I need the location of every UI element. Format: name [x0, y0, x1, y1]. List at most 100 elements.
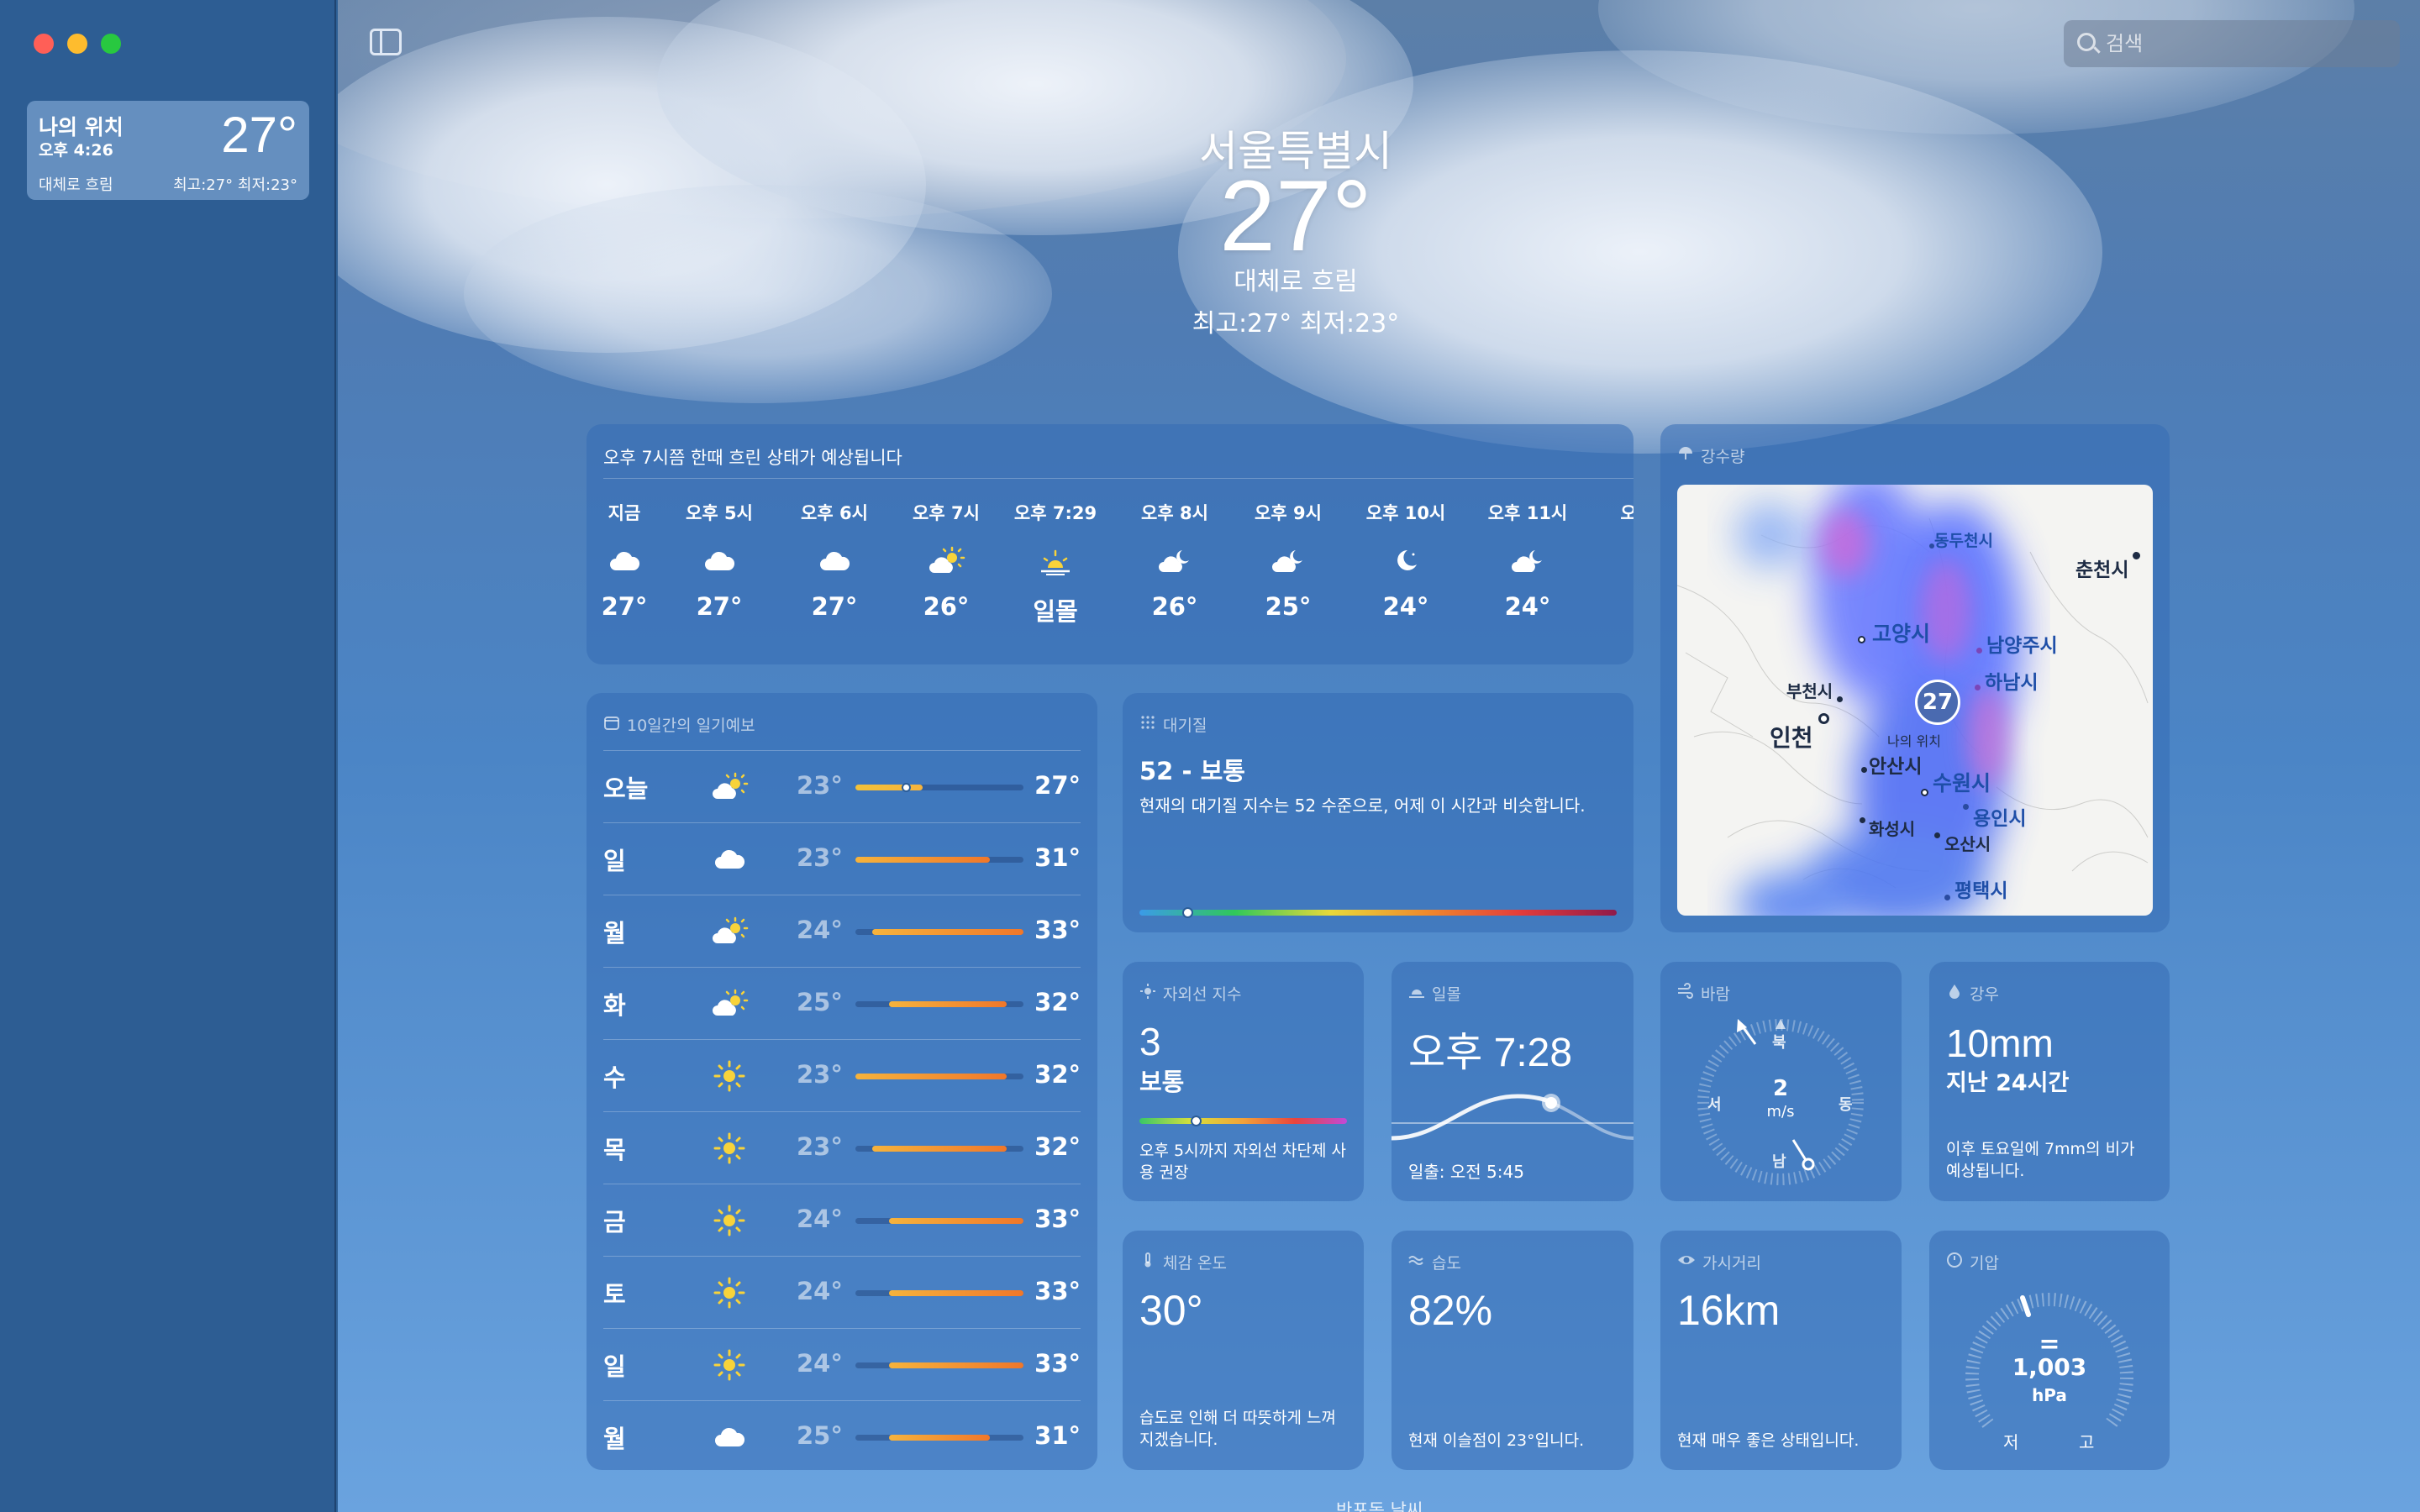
humidity-card[interactable]: 습도 82% 현재 이슬점이 23°입니다.	[1392, 1231, 1634, 1470]
hourly-value: 27°	[811, 592, 858, 621]
hourly-value: 27°	[601, 592, 648, 621]
uv-index-card[interactable]: 자외선 지수 3 보통 오후 5시까지 자외선 차단제 사용 권장	[1123, 962, 1364, 1201]
main-content: 서울특별시 27° 대체로 흐림 최고:27° 최저:23° 오후 7시쯤 한때…	[338, 0, 2420, 1512]
daily-low: 24°	[797, 916, 843, 944]
daily-row[interactable]: 오늘 23° 27°	[603, 750, 1081, 822]
daily-row[interactable]: 수 23° 32°	[603, 1039, 1081, 1111]
sunset-title-text: 일몰	[1432, 985, 1461, 1004]
air-quality-title-text: 대기질	[1163, 717, 1207, 735]
daily-row[interactable]: 일 24° 33°	[603, 1328, 1081, 1400]
close-window-button[interactable]	[34, 34, 54, 54]
hourly-time: 오후 5시	[686, 503, 753, 523]
air-quality-card[interactable]: 대기질 52 - 보통 현재의 대기질 지수는 52 수준으로, 어제 이 시간…	[1123, 693, 1634, 932]
feels-like-card[interactable]: 체감 온도 30° 습도로 인해 더 따뜻하게 느껴지겠습니다.	[1123, 1231, 1364, 1470]
visibility-title-text: 가시거리	[1702, 1254, 1761, 1273]
hourly-value: 26°	[923, 592, 970, 621]
hourly-time: 오	[1620, 503, 1634, 523]
ten-day-title-text: 10일간의 일기예보	[627, 717, 755, 735]
feels-like-value: 30°	[1139, 1287, 1203, 1334]
umbrella-icon	[1677, 445, 1694, 466]
maximize-window-button[interactable]	[101, 34, 121, 54]
temperature-range-fill	[889, 1435, 990, 1441]
daily-row[interactable]: 토 24° 33°	[603, 1256, 1081, 1328]
air-quality-value: 52 - 보통	[1139, 757, 1245, 785]
search-input[interactable]	[2106, 20, 2391, 67]
hourly-item: 지금 27°	[587, 500, 671, 621]
hourly-time: 지금	[608, 503, 641, 523]
hourly-item: 오후 5시 27°	[673, 500, 765, 621]
hourly-item: 오후 6시 27°	[788, 500, 881, 621]
ten-day-forecast-card[interactable]: 10일간의 일기예보 오늘 23° 27° 일 23° 31° 월 24° 33° 화 25° 32°…	[587, 693, 1097, 1470]
search-field[interactable]	[2064, 20, 2400, 67]
uv-title: 자외선 지수	[1139, 982, 1241, 1005]
raindrop-icon	[1946, 983, 1963, 1004]
precipitation-title: 강수량	[1677, 444, 1744, 467]
temperature-range-fill	[889, 1362, 1023, 1368]
map-label: 고양시	[1872, 622, 1931, 646]
daily-low: 25°	[797, 1421, 843, 1450]
temperature-range-fill	[855, 785, 923, 790]
map-label: 부천시	[1786, 681, 1833, 701]
map-label: 동두천시	[1934, 532, 1993, 550]
sun-path-curve	[1392, 1094, 1634, 1141]
my-location-pin[interactable]: 27	[1915, 680, 1960, 725]
partly-cloudy-night-icon	[1242, 540, 1334, 582]
my-location-label: 나의 위치	[1887, 733, 1941, 749]
sunset-card[interactable]: 일몰 오후 7:28 일출: 오전 5:45	[1392, 962, 1634, 1201]
daily-high: 32°	[1034, 988, 1081, 1016]
hourly-forecast-card[interactable]: 오후 7시쯤 한때 흐린 상태가 예상됩니다 지금 27° 오후 5시 27° 오후 6…	[587, 424, 1634, 664]
map-point	[1858, 636, 1865, 643]
daily-row[interactable]: 목 23° 32°	[603, 1111, 1081, 1184]
daily-low: 24°	[797, 1349, 843, 1378]
visibility-value: 16km	[1677, 1287, 1781, 1334]
precipitation-map-card[interactable]: 강수량 동두천시 춘천시 고양시 남양주시 하남시 부천시 인천 27 나의 위…	[1660, 424, 2170, 932]
wind-unit: m/s	[1766, 1103, 1795, 1121]
hourly-value: 25°	[1265, 592, 1312, 621]
hourly-value: 26°	[1151, 592, 1198, 621]
rainfall-value: 10mm	[1946, 1021, 2054, 1065]
current-condition: 대체로 흐림	[1234, 267, 1358, 297]
hourly-item: 오후 7시 26°	[900, 500, 992, 621]
daily-low: 23°	[797, 771, 843, 800]
cloud-icon	[704, 1416, 755, 1458]
daily-low: 23°	[797, 1060, 843, 1089]
visibility-card[interactable]: 가시거리 16km 현재 매우 좋은 상태입니다.	[1660, 1231, 1902, 1470]
pressure-card[interactable]: 기압 = 1,003 hPa 저 고	[1929, 1231, 2170, 1470]
precipitation-map[interactable]: 동두천시 춘천시 고양시 남양주시 하남시 부천시 인천 27 나의 위치 안산…	[1677, 485, 2153, 916]
ten-day-title: 10일간의 일기예보	[603, 713, 755, 736]
rainfall-card[interactable]: 강우 10mm 지난 24시간 이후 토요일에 7mm의 비가 예상됩니다.	[1929, 962, 2170, 1201]
rainfall-description: 이후 토요일에 7mm의 비가 예상됩니다.	[1946, 1140, 2135, 1180]
temperature-range-bar	[855, 1435, 1023, 1441]
wind-card[interactable]: 바람 북 동 남 서 2 m/s	[1660, 962, 1902, 1201]
location-condition: 대체로 흐림	[39, 176, 113, 194]
sidebar-toggle-icon[interactable]	[370, 29, 402, 55]
location-card-my-location[interactable]: 나의 위치 오후 4:26 27° 대체로 흐림 최고:27° 최저:23°	[27, 101, 309, 200]
blank-icon	[1582, 540, 1634, 582]
temperature-range-fill	[872, 1146, 1007, 1152]
hourly-time: 오후 8시	[1141, 503, 1208, 523]
hourly-time: 오후 7:29	[1013, 503, 1097, 523]
footer-location-weather: 반포동 날씨	[1336, 1500, 1423, 1512]
daily-row[interactable]: 월 24° 33°	[603, 895, 1081, 967]
minimize-window-button[interactable]	[67, 34, 87, 54]
partly-sunny-icon	[704, 911, 755, 953]
precipitation-title-text: 강수량	[1701, 448, 1745, 466]
map-point	[1861, 767, 1867, 773]
daily-row[interactable]: 월 25° 31°	[603, 1400, 1081, 1470]
map-label: 평택시	[1954, 880, 2008, 902]
daily-row[interactable]: 일 23° 31°	[603, 822, 1081, 895]
eye-icon	[1677, 1252, 1696, 1273]
temperature-range-fill	[889, 1218, 1023, 1224]
search-icon	[2077, 33, 2096, 51]
map-label: 하남시	[1985, 672, 2039, 694]
pressure-high-label: 고	[2079, 1432, 2095, 1452]
location-high-low: 최고:27° 최저:23°	[173, 176, 297, 194]
temperature-range-bar	[855, 1218, 1023, 1224]
temperature-range-bar	[855, 1146, 1023, 1152]
cloud-icon	[704, 838, 755, 880]
daily-row[interactable]: 금 24° 33°	[603, 1184, 1081, 1256]
hourly-item: 오후 11시 24°	[1481, 500, 1574, 621]
daily-high: 31°	[1034, 843, 1081, 872]
daily-day: 금	[603, 1208, 626, 1236]
daily-row[interactable]: 화 25° 32°	[603, 967, 1081, 1039]
